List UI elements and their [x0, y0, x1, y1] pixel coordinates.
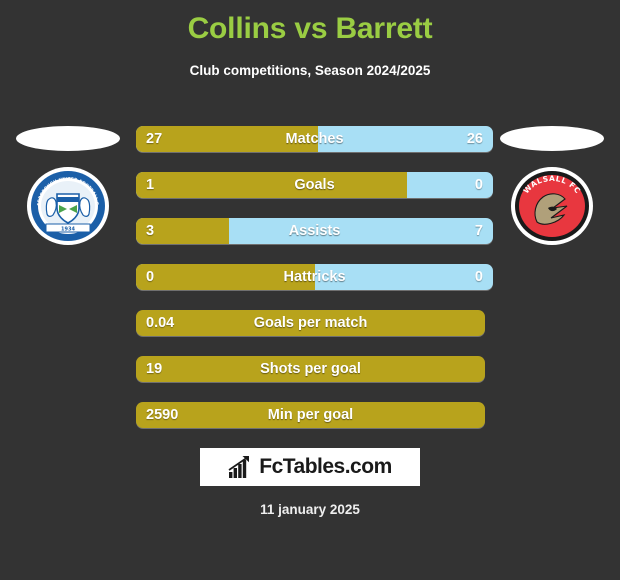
fctables-logo[interactable]: FcTables.com	[200, 448, 420, 486]
stat-label-assists: Assists	[288, 223, 341, 239]
fctables-logo-text: FcTables.com	[259, 455, 392, 478]
stat-bar-matches: 27 Matches 26	[136, 126, 493, 152]
stat-row-goals-per-match: 0.04 Goals per match	[0, 308, 620, 354]
stat-label-hattricks: Hattricks	[283, 269, 346, 285]
stat-row-goals: 1 Goals 0	[0, 170, 620, 216]
stat-label-goals-per-match: Goals per match	[253, 315, 368, 331]
stat-label-goals: Goals	[294, 177, 335, 193]
stat-away-value-goals: 0	[474, 177, 483, 193]
stat-bar-goals-per-match: 0.04 Goals per match	[136, 310, 485, 336]
stat-comparison-page: Collins vs Barrett Club competitions, Se…	[0, 0, 620, 580]
stat-away-value-hattricks: 0	[474, 269, 483, 285]
stat-row-matches: 27 Matches 26	[0, 124, 620, 170]
stats-list: 27 Matches 26 1 Goals 0 3 Assists 7 0 Ha…	[0, 124, 620, 446]
page-subtitle: Club competitions, Season 2024/2025	[189, 63, 431, 78]
stat-label-min-per-goal: Min per goal	[267, 407, 354, 423]
stat-bar-shots-per-goal: 19 Shots per goal	[136, 356, 485, 382]
report-date: 11 january 2025	[260, 502, 360, 517]
stat-away-value-assists: 7	[474, 223, 483, 239]
bar-chart-arrow-icon	[228, 456, 250, 478]
stat-away-value-matches: 26	[466, 131, 483, 147]
stat-label-shots-per-goal: Shots per goal	[260, 361, 361, 377]
stat-bar-assists: 3 Assists 7	[136, 218, 493, 244]
stat-label-matches: Matches	[285, 131, 344, 147]
stat-row-shots-per-goal: 19 Shots per goal	[0, 354, 620, 400]
page-title: Collins vs Barrett	[187, 12, 433, 45]
stat-bar-goals: 1 Goals 0	[136, 172, 493, 198]
stat-row-min-per-goal: 2590 Min per goal	[0, 400, 620, 446]
stat-bar-hattricks: 0 Hattricks 0	[136, 264, 493, 290]
stat-row-hattricks: 0 Hattricks 0	[0, 262, 620, 308]
stat-row-assists: 3 Assists 7	[0, 216, 620, 262]
stat-bar-min-per-goal: 2590 Min per goal	[136, 402, 485, 428]
